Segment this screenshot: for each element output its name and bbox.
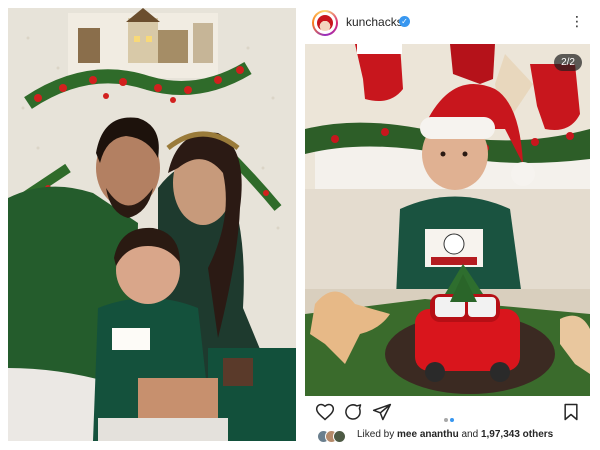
- likes-connector: and: [461, 429, 479, 440]
- username-link[interactable]: kunchacks: [346, 15, 403, 29]
- carousel-dot-active: [450, 418, 454, 422]
- post-image-illustration: [305, 44, 590, 396]
- liker-avatars: [317, 430, 353, 443]
- carousel-dot: [444, 418, 448, 422]
- post-actions-bar: [305, 400, 590, 424]
- carousel-page-counter: 2/2: [554, 54, 582, 71]
- post-header: kunchacks ✓ ⋮: [305, 0, 600, 44]
- profile-avatar[interactable]: [312, 10, 338, 36]
- likes-text[interactable]: Liked by mee ananthu and 1,97,343 others: [357, 429, 553, 440]
- liker-avatar: [333, 430, 346, 443]
- liker-name-1[interactable]: mee: [397, 429, 417, 440]
- avatar-image: [317, 15, 333, 31]
- likes-count[interactable]: 1,97,343 others: [481, 429, 553, 440]
- verified-badge-icon: ✓: [399, 16, 410, 27]
- heart-icon[interactable]: [315, 402, 335, 422]
- liker-name-2[interactable]: ananthu: [420, 429, 459, 440]
- family-photo: [8, 8, 296, 441]
- carousel-indicator: [443, 409, 455, 427]
- more-options-icon[interactable]: ⋮: [570, 11, 584, 33]
- family-photo-illustration: [8, 8, 296, 441]
- instagram-post: kunchacks ✓ ⋮ 2/2 Liked by mee ananthu a…: [305, 0, 600, 450]
- bookmark-icon[interactable]: [561, 402, 581, 422]
- comment-icon[interactable]: [343, 402, 363, 422]
- likes-prefix: Liked by: [357, 429, 395, 440]
- post-image[interactable]: 2/2: [305, 44, 590, 396]
- share-icon[interactable]: [372, 402, 392, 422]
